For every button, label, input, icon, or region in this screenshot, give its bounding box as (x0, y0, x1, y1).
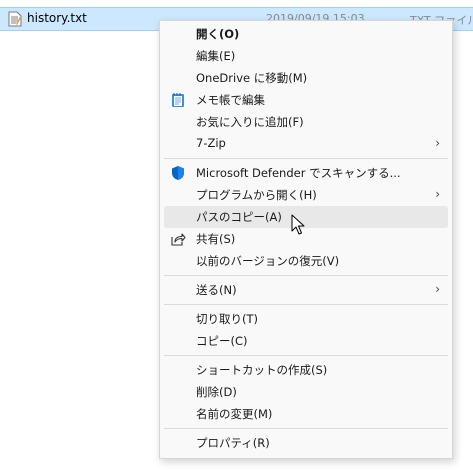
menu-item-label: メモ帳で編集 (196, 93, 265, 107)
menu-item-label: Microsoft Defender でスキャンする... (196, 166, 401, 180)
share-icon (171, 233, 186, 246)
menu-item-copy-path[interactable]: パスのコピー(A) (164, 206, 448, 228)
menu-item-label: お気に入りに追加(F) (196, 115, 304, 129)
menu-item-delete[interactable]: 削除(D) (164, 381, 448, 403)
menu-item-label: プロパティ(R) (196, 436, 270, 450)
text-file-icon (8, 11, 22, 27)
shield-icon (172, 166, 184, 180)
menu-item-label: 送る(N) (196, 283, 237, 297)
menu-item-7zip[interactable]: 7-Zip › (164, 133, 448, 155)
menu-item-label: 開く(O) (196, 27, 240, 41)
context-menu: 開く(O) 編集(E) OneDrive に移動(M) メモ帳で編集 お気に入り… (159, 20, 453, 459)
menu-item-defender[interactable]: Microsoft Defender でスキャンする... (164, 162, 448, 184)
menu-item-label: 共有(S) (196, 232, 236, 246)
menu-item-restore-versions[interactable]: 以前のバージョンの復元(V) (164, 250, 448, 272)
menu-item-label: 名前の変更(M) (196, 407, 273, 421)
menu-item-label: 切り取り(T) (196, 312, 258, 326)
menu-item-label: コピー(C) (196, 334, 248, 348)
menu-item-send-to[interactable]: 送る(N) › (164, 279, 448, 301)
menu-item-label: プログラムから開く(H) (196, 188, 317, 202)
menu-item-label: 7-Zip (196, 136, 226, 150)
menu-item-open[interactable]: 開く(O) (164, 23, 448, 45)
menu-item-favorites[interactable]: お気に入りに追加(F) (164, 111, 448, 133)
menu-item-label: ショートカットの作成(S) (196, 363, 328, 377)
notepad-icon (172, 93, 184, 107)
menu-item-label: 編集(E) (196, 49, 236, 63)
submenu-chevron-icon: › (435, 136, 440, 150)
menu-item-edit[interactable]: 編集(E) (164, 45, 448, 67)
menu-item-label: 削除(D) (196, 385, 237, 399)
menu-item-properties[interactable]: プロパティ(R) (164, 432, 448, 454)
menu-item-rename[interactable]: 名前の変更(M) (164, 403, 448, 425)
mouse-pointer-icon (291, 214, 305, 235)
submenu-chevron-icon: › (435, 187, 440, 201)
menu-item-cut[interactable]: 切り取り(T) (164, 308, 448, 330)
menu-item-create-shortcut[interactable]: ショートカットの作成(S) (164, 359, 448, 381)
menu-item-notepad[interactable]: メモ帳で編集 (164, 89, 448, 111)
menu-item-label: パスのコピー(A) (196, 210, 282, 224)
menu-item-copy[interactable]: コピー(C) (164, 330, 448, 352)
menu-item-share[interactable]: 共有(S) (164, 228, 448, 250)
menu-item-label: 以前のバージョンの復元(V) (196, 254, 340, 268)
menu-separator (164, 355, 448, 356)
menu-separator (164, 428, 448, 429)
submenu-chevron-icon: › (435, 282, 440, 296)
menu-item-label: OneDrive に移動(M) (196, 71, 308, 85)
menu-separator (164, 304, 448, 305)
file-name: history.txt (27, 11, 87, 25)
menu-separator (164, 275, 448, 276)
menu-separator (164, 158, 448, 159)
menu-item-open-with[interactable]: プログラムから開く(H) › (164, 184, 448, 206)
menu-item-onedrive[interactable]: OneDrive に移動(M) (164, 67, 448, 89)
